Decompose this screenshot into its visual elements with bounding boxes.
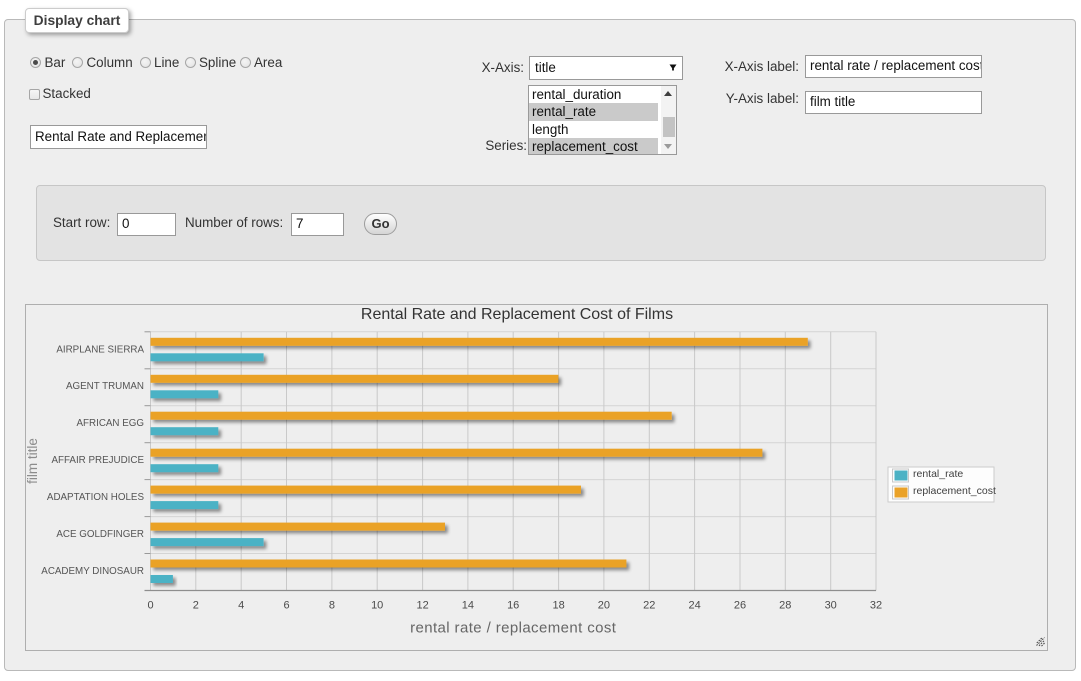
svg-text:20: 20	[598, 600, 610, 612]
svg-text:12: 12	[416, 600, 428, 612]
svg-text:AFFAIR PREJUDICE: AFFAIR PREJUDICE	[51, 455, 144, 466]
svg-text:32: 32	[870, 600, 882, 612]
svg-text:0: 0	[147, 600, 153, 612]
svg-text:film title: film title	[26, 438, 40, 484]
svg-text:ACE GOLDFINGER: ACE GOLDFINGER	[56, 529, 144, 540]
svg-text:8: 8	[329, 600, 335, 612]
svg-text:10: 10	[371, 600, 383, 612]
svg-text:AGENT TRUMAN: AGENT TRUMAN	[66, 381, 144, 392]
svg-text:ADAPTATION HOLES: ADAPTATION HOLES	[47, 492, 145, 503]
svg-text:6: 6	[283, 600, 289, 612]
svg-text:28: 28	[779, 600, 791, 612]
svg-text:rental rate / replacement cost: rental rate / replacement cost	[410, 620, 617, 637]
svg-text:AIRPLANE SIERRA: AIRPLANE SIERRA	[56, 344, 144, 355]
svg-text:18: 18	[552, 600, 564, 612]
svg-text:rental_rate: rental_rate	[913, 468, 963, 480]
svg-text:2: 2	[193, 600, 199, 612]
svg-text:replacement_cost: replacement_cost	[913, 485, 996, 497]
svg-text:ACADEMY DINOSAUR: ACADEMY DINOSAUR	[41, 566, 144, 577]
svg-text:26: 26	[734, 600, 746, 612]
svg-text:Rental Rate and Replacement Co: Rental Rate and Replacement Cost of Film…	[361, 306, 673, 323]
svg-text:22: 22	[643, 600, 655, 612]
svg-text:14: 14	[462, 600, 474, 612]
svg-text:AFRICAN EGG: AFRICAN EGG	[77, 418, 145, 429]
svg-text:30: 30	[825, 600, 837, 612]
svg-text:4: 4	[238, 600, 244, 612]
svg-text:16: 16	[507, 600, 519, 612]
svg-text:24: 24	[688, 600, 700, 612]
